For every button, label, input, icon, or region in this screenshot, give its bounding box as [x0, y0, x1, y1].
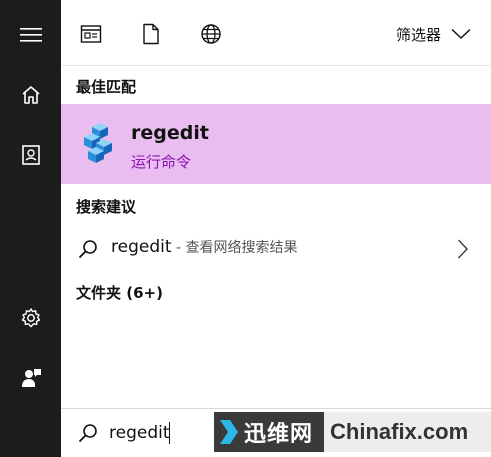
search-results-panel: 筛选器 最佳匹配 regedit 运行命令 搜索建议 regedit - 查看网…	[61, 0, 491, 457]
watermark-en-text: Chinafix.com	[330, 419, 469, 444]
search-topbar: 筛选器	[61, 0, 491, 66]
left-rail	[0, 0, 61, 457]
menu-button[interactable]	[0, 13, 61, 57]
folders-heading[interactable]: 文件夹 (6+)	[76, 282, 163, 303]
suggestions-heading: 搜索建议	[76, 198, 137, 216]
search-icon	[78, 240, 97, 259]
chevron-down-icon	[451, 28, 471, 40]
web-suggestion-item[interactable]: regedit - 查看网络搜索结果	[61, 228, 491, 270]
search-icon	[78, 424, 97, 443]
feedback-button[interactable]	[0, 356, 61, 400]
filter-label: 筛选器	[395, 25, 441, 44]
suggestion-query: regedit	[111, 237, 172, 257]
globe-icon	[201, 24, 221, 44]
apps-icon	[80, 25, 102, 43]
notebook-button[interactable]	[0, 133, 61, 177]
settings-gear-icon	[21, 308, 40, 328]
best-match-heading: 最佳匹配	[76, 78, 137, 96]
search-window: 筛选器 最佳匹配 regedit 运行命令 搜索建议 regedit - 查看网…	[0, 0, 491, 457]
documents-filter-button[interactable]	[139, 22, 163, 46]
watermark-cn-block: 迅维网	[214, 412, 324, 452]
apps-filter-button[interactable]	[79, 22, 103, 46]
watermark: 迅维网 Chinafix.com	[214, 411, 491, 453]
watermark-cn-text: 迅维网	[244, 422, 314, 447]
watermark-en-block: Chinafix.com	[324, 412, 491, 452]
best-match-item[interactable]: regedit 运行命令	[61, 104, 491, 184]
filter-dropdown[interactable]: 筛选器	[396, 20, 471, 48]
best-match-name: regedit	[131, 122, 209, 144]
settings-button[interactable]	[0, 296, 61, 340]
user-feedback-icon	[21, 369, 41, 387]
web-filter-button[interactable]	[199, 22, 223, 46]
notebook-icon	[21, 145, 40, 165]
text-caret	[169, 422, 170, 444]
chevron-right-icon	[457, 239, 469, 259]
suggestion-text: regedit - 查看网络搜索结果	[111, 237, 297, 257]
home-icon	[21, 86, 40, 104]
home-button[interactable]	[0, 73, 61, 117]
hamburger-menu-icon	[19, 28, 42, 42]
chevron-right-logo-icon	[220, 420, 238, 444]
registry-editor-icon	[84, 123, 112, 163]
best-match-type: 运行命令	[131, 153, 192, 171]
document-icon	[143, 23, 159, 45]
suggestion-extra: - 查看网络搜索结果	[171, 240, 298, 256]
